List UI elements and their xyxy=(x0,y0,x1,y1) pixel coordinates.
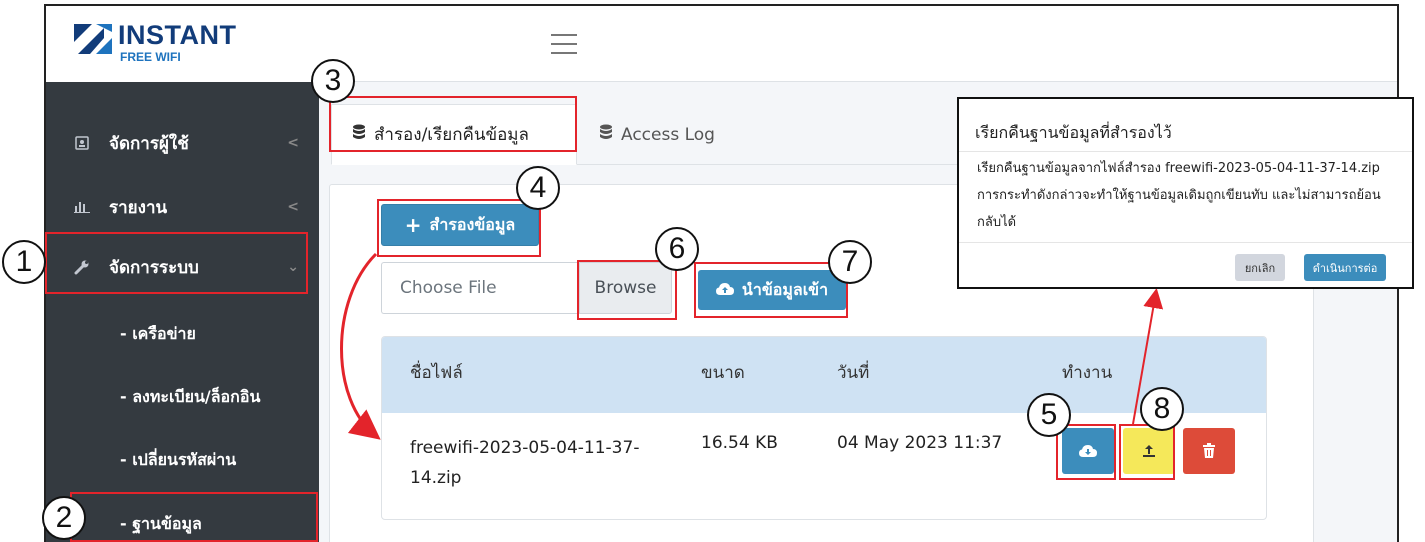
step-marker-3: 3 xyxy=(311,59,355,103)
highlight-download-button xyxy=(1056,424,1116,480)
highlight-backup-button xyxy=(377,199,541,257)
step-marker-1: 1 xyxy=(2,240,46,284)
modal-divider xyxy=(959,242,1412,243)
step-marker-4: 4 xyxy=(516,166,560,210)
step-marker-7: 7 xyxy=(828,240,872,284)
modal-title: เรียกคืนฐานข้อมูลที่สำรองไว้ xyxy=(975,123,1172,142)
step-marker-8: 8 xyxy=(1140,387,1184,431)
highlight-system-menu xyxy=(45,232,308,294)
highlight-database-menu xyxy=(70,492,318,542)
step-marker-6: 6 xyxy=(655,227,699,271)
highlight-import-button xyxy=(694,262,848,318)
highlight-restore-button xyxy=(1119,424,1175,480)
step-marker-2: 2 xyxy=(42,496,86,540)
restore-confirm-modal: เรียกคืนฐานข้อมูลที่สำรองไว้ เรียกคืนฐาน… xyxy=(957,97,1414,289)
modal-cancel-button[interactable]: ยกเลิก xyxy=(1235,254,1285,281)
highlight-browse-button xyxy=(577,260,677,320)
highlight-backup-tab xyxy=(329,96,577,152)
step-marker-5: 5 xyxy=(1027,393,1071,437)
modal-proceed-button[interactable]: ดำเนินการต่อ xyxy=(1304,254,1386,281)
modal-divider xyxy=(959,151,1412,152)
modal-body: เรียกคืนฐานข้อมูลจากไฟล์สำรอง freewifi-2… xyxy=(977,161,1381,230)
